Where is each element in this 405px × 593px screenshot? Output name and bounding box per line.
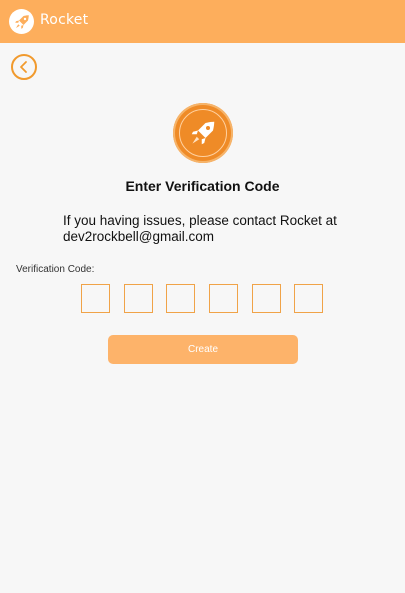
code-digit-4[interactable]	[209, 284, 238, 313]
verification-code-inputs	[81, 284, 327, 315]
page-title: Enter Verification Code	[125, 178, 280, 194]
code-digit-2[interactable]	[124, 284, 153, 313]
contact-email: dev2rockbell@gmail.com	[63, 229, 215, 244]
code-digit-3[interactable]	[166, 284, 195, 313]
back-button[interactable]	[11, 54, 37, 80]
rocket-icon	[179, 109, 227, 157]
help-text: If you having issues, please contact Roc…	[63, 213, 363, 245]
app-bar: Rocket	[0, 0, 405, 43]
chevron-left-icon	[20, 61, 27, 73]
code-digit-5[interactable]	[252, 284, 281, 313]
rocket-icon	[9, 9, 34, 34]
create-button[interactable]: Create	[108, 335, 298, 364]
app-title: Rocket	[40, 12, 89, 28]
help-text-line: If you having issues, please contact Roc…	[63, 213, 337, 228]
hero-logo	[173, 103, 233, 163]
code-digit-6[interactable]	[294, 284, 323, 313]
verification-code-label: Verification Code:	[16, 264, 95, 275]
code-digit-1[interactable]	[81, 284, 110, 313]
verification-screen: Rocket Enter Verification Code If you ha…	[0, 0, 405, 593]
